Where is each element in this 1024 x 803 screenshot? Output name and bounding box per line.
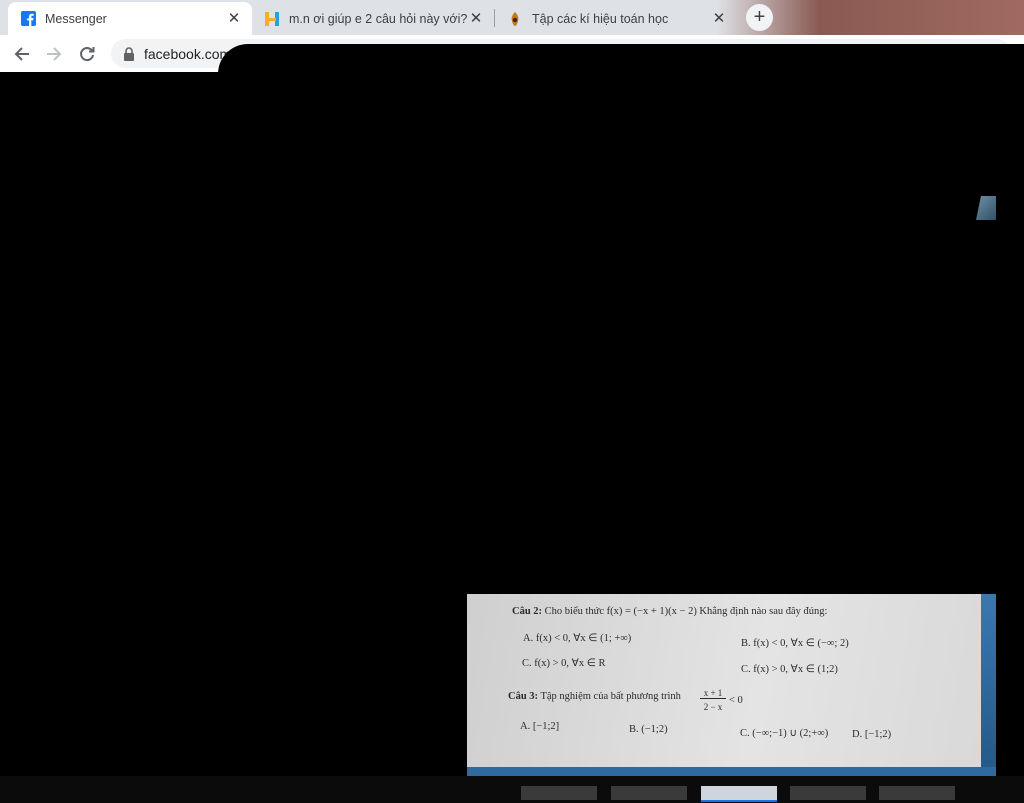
dark-overlay-edge — [218, 44, 1024, 74]
facebook-icon — [20, 11, 36, 27]
q2-option-d: C. f(x) > 0, ∀x ∈ (1;2) — [741, 664, 838, 675]
tab-strip: Messenger ✕ m.n ơi giúp e 2 câu hỏi này … — [0, 0, 1024, 35]
thumbnail[interactable] — [879, 786, 955, 800]
q3-option-c: C. (−∞;−1) ∪ (2;+∞) — [740, 728, 829, 739]
forward-arrow-icon — [47, 47, 62, 61]
q3-option-a: A. [−1;2] — [520, 721, 560, 732]
close-icon[interactable]: ✕ — [226, 10, 242, 27]
question-3: Câu 3: Tập nghiệm của bất phương trình — [508, 691, 681, 702]
q3-fraction-numerator: x + 1 — [700, 688, 726, 699]
q2-option-b: B. f(x) < 0, ∀x ∈ (−∞; 2) — [741, 638, 849, 649]
hoc24-icon — [264, 11, 280, 27]
thumbnail-strip — [0, 776, 1024, 803]
reload-icon — [80, 47, 95, 62]
thumbnail[interactable] — [611, 786, 687, 800]
tab-math-symbols[interactable]: Tập các kí hiệu toán học ✕ — [495, 2, 737, 35]
site-icon — [507, 11, 523, 27]
thumbnail-selected[interactable] — [701, 786, 777, 802]
tab-hoc24[interactable]: m.n ơi giúp e 2 câu hỏi này với? c ✕ — [252, 2, 494, 35]
question-2: Câu 2: Cho biểu thức f(x) = (−x + 1)(x −… — [512, 606, 828, 617]
lock-icon — [124, 46, 134, 61]
forward-button[interactable] — [40, 40, 68, 68]
q3-option-b: B. (−1;2) — [629, 724, 668, 735]
thumbnail[interactable] — [521, 786, 597, 800]
q3-fraction-denominator: 2 − x — [703, 702, 723, 712]
new-tab-button[interactable]: + — [746, 4, 773, 31]
reload-button[interactable] — [73, 40, 101, 68]
q2-option-c: C. f(x) > 0, ∀x ∈ R — [522, 658, 606, 669]
exam-photo[interactable]: Câu 2: Cho biểu thức f(x) = (−x + 1)(x −… — [467, 594, 996, 776]
thumbnail[interactable] — [790, 786, 866, 800]
back-button[interactable] — [8, 40, 36, 68]
photo-blue-edge — [981, 594, 996, 776]
photo-blue-bottom — [467, 767, 996, 776]
tab-title: Messenger — [45, 11, 107, 26]
back-arrow-icon — [14, 47, 29, 61]
tab-title: Tập các kí hiệu toán học — [532, 11, 669, 26]
q3-option-d: D. [−1;2) — [852, 729, 892, 740]
tab-messenger[interactable]: Messenger ✕ — [8, 2, 252, 35]
close-icon[interactable]: ✕ — [468, 10, 484, 27]
close-icon[interactable]: ✕ — [711, 10, 727, 27]
photo-corner-fragment — [976, 196, 996, 220]
q3-relation: < 0 — [729, 695, 743, 706]
tab-title: m.n ơi giúp e 2 câu hỏi này với? c — [289, 11, 468, 26]
q2-option-a: A. f(x) < 0, ∀x ∈ (1; +∞) — [523, 633, 632, 644]
